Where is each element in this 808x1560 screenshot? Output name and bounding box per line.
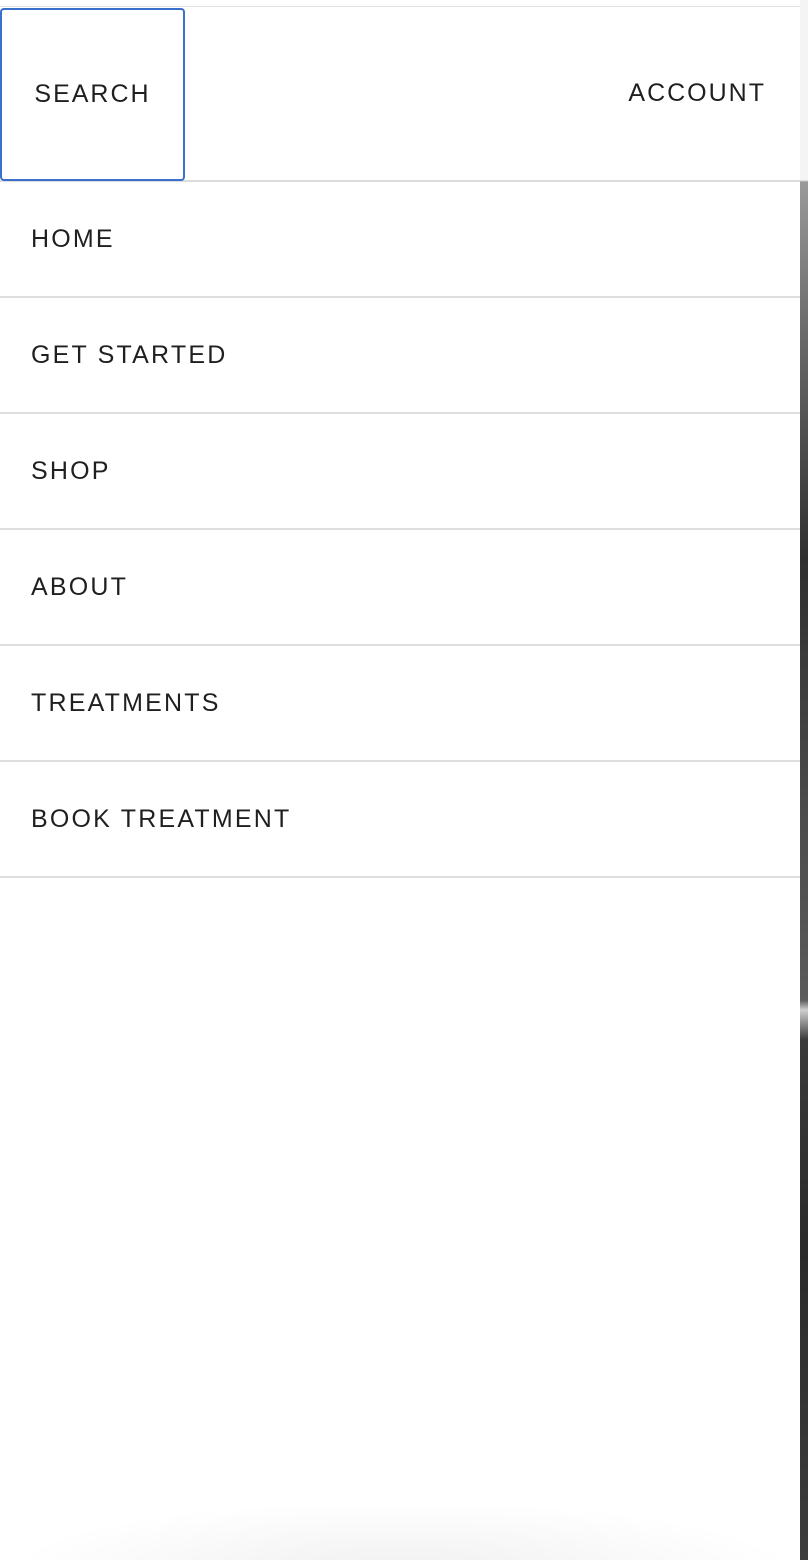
drawer-header: SEARCH ACCOUNT [0, 7, 800, 182]
search-button[interactable]: SEARCH [0, 8, 185, 181]
page-backdrop [800, 0, 808, 1560]
nav-item-book-treatment[interactable]: BOOK TREATMENT [0, 762, 800, 878]
nav-item-label: GET STARTED [31, 340, 228, 369]
account-label: ACCOUNT [628, 79, 766, 107]
nav-item-shop[interactable]: SHOP [0, 414, 800, 530]
nav-item-about[interactable]: ABOUT [0, 530, 800, 646]
nav-item-treatments[interactable]: TREATMENTS [0, 646, 800, 762]
page: SEARCH ACCOUNT HOME GET STARTED SHOP ABO… [0, 0, 808, 1560]
bottom-shadow [0, 1500, 800, 1560]
mobile-menu-drawer: SEARCH ACCOUNT HOME GET STARTED SHOP ABO… [0, 0, 800, 1560]
nav-item-label: ABOUT [31, 572, 129, 601]
main-navigation: HOME GET STARTED SHOP ABOUT TREATMENTS B… [0, 182, 800, 878]
nav-item-label: BOOK TREATMENT [31, 804, 292, 833]
nav-item-label: TREATMENTS [31, 688, 221, 717]
nav-item-home[interactable]: HOME [0, 182, 800, 298]
nav-item-get-started[interactable]: GET STARTED [0, 298, 800, 414]
nav-item-label: HOME [31, 224, 115, 253]
account-link[interactable]: ACCOUNT [628, 7, 766, 180]
nav-item-label: SHOP [31, 456, 111, 485]
search-label: SEARCH [34, 80, 151, 108]
